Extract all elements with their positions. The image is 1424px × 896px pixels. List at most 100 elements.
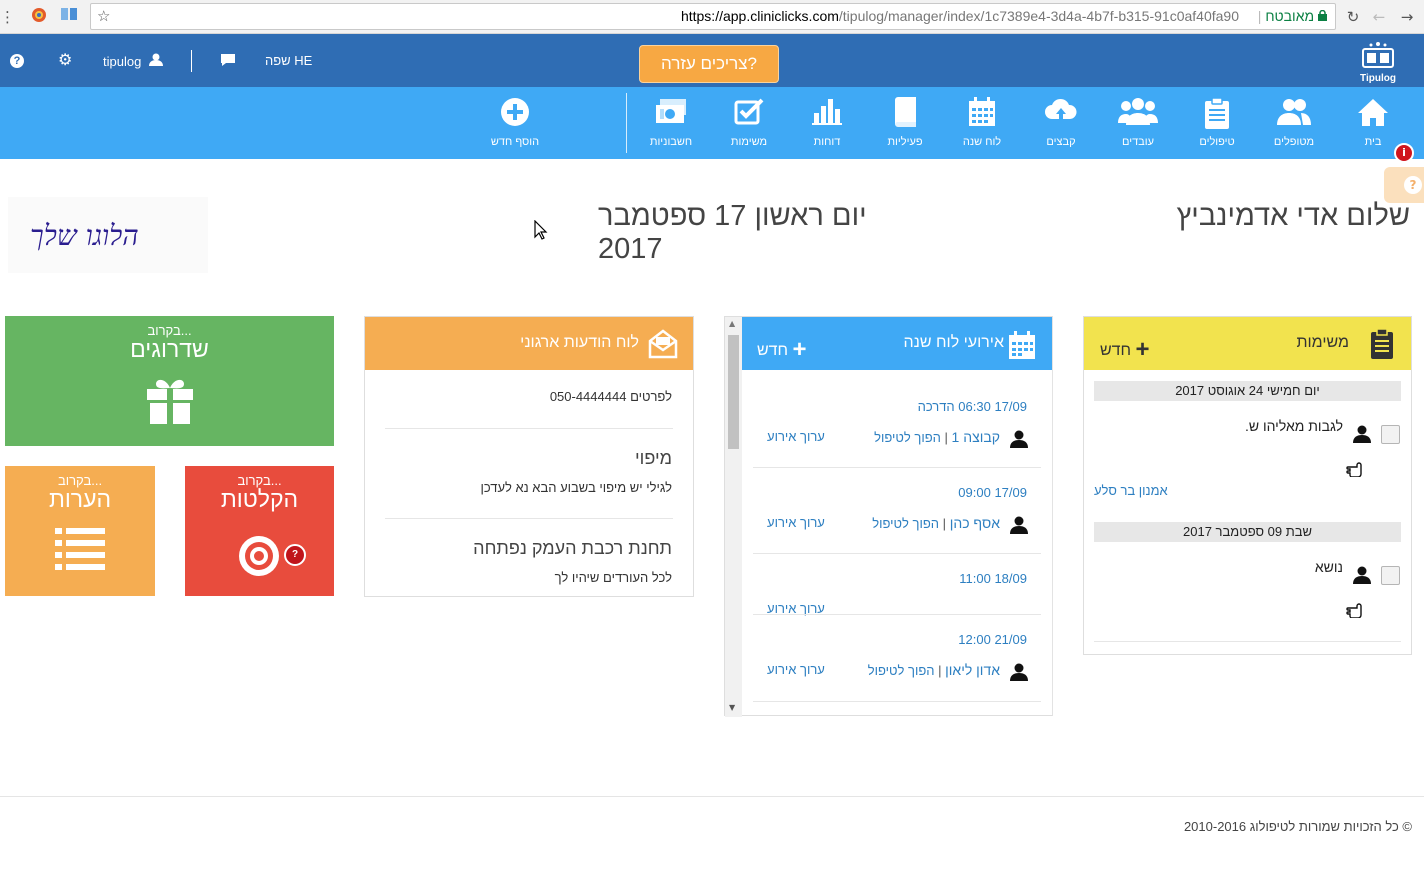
cloud-upload-icon	[1045, 98, 1077, 124]
side-help-tab[interactable]: ?	[1384, 167, 1424, 203]
user-icon	[148, 53, 163, 66]
hand-pointer-icon[interactable]	[1346, 461, 1364, 477]
top-bar: ? ⚙ tipulog שפה HE צריכים עזרה? Tipulog	[0, 34, 1424, 87]
footer-divider	[0, 796, 1424, 797]
nav-files[interactable]: קבצים	[1023, 87, 1099, 159]
convert-to-treatment-link[interactable]: הפוך לטיפול	[874, 430, 941, 445]
back-icon[interactable]: →	[1396, 6, 1418, 28]
nav-label: עובדים	[1121, 136, 1155, 148]
nav-divider	[626, 93, 627, 153]
event-person-link[interactable]: אדון ליאון	[945, 662, 1000, 678]
event-person-line: קבוצה 1 | הפוך לטיפול	[874, 429, 1000, 445]
task-patient-link[interactable]: אמנון בר סלע	[1094, 483, 1168, 498]
messages-icon[interactable]	[220, 53, 236, 70]
event-person-link[interactable]: אסף כהן	[950, 515, 1000, 531]
extension-icon[interactable]	[28, 6, 50, 28]
scrollbar[interactable]: ▲ ▼	[725, 317, 742, 717]
bookmark-star-icon[interactable]: ☆	[97, 4, 110, 29]
reader-extension-icon[interactable]	[58, 6, 80, 28]
patients-icon	[1277, 99, 1311, 125]
plus-icon: +	[792, 336, 807, 363]
task-text: נושא	[1314, 559, 1343, 575]
help-badge-icon[interactable]: ?	[284, 544, 306, 566]
plus-icon: +	[1135, 336, 1150, 363]
event-person-line: אדון ליאון | הפוך לטיפול	[867, 662, 1000, 678]
event-time[interactable]: 17/09 09:00	[958, 485, 1027, 500]
convert-to-treatment-link[interactable]: הפוך לטיפול	[872, 516, 939, 531]
upgrades-tile[interactable]: בקרוב... שדרוגים	[5, 316, 334, 446]
event-desc: הדרכה	[917, 399, 955, 414]
nav-tasks[interactable]: משימות	[711, 87, 787, 159]
url-path: /tipulog/manager/index/1c7389e4-3d4a-4b7…	[838, 8, 1239, 24]
nav-workers[interactable]: עובדים	[1100, 87, 1176, 159]
divider	[753, 467, 1041, 468]
settings-gear-icon[interactable]: ⚙	[58, 50, 72, 70]
tipulog-logo-icon	[1362, 42, 1394, 68]
calendar-icon	[969, 97, 995, 126]
task-text: לגבות מאליהו ש.	[1244, 418, 1343, 434]
nav-label: מטופלים	[1273, 136, 1315, 148]
edit-event-link[interactable]: ערוך אירוע	[767, 429, 825, 444]
home-icon	[1358, 99, 1388, 126]
need-help-button[interactable]: צריכים עזרה?	[639, 45, 779, 83]
nav-invoices[interactable]: חשבוניות	[633, 87, 709, 159]
lock-icon	[1318, 9, 1327, 21]
add-event-button[interactable]: + חדש	[757, 334, 807, 363]
edit-event-link[interactable]: ערוך אירוע	[767, 515, 825, 530]
nav-add-new[interactable]: הוסף חדש	[477, 87, 553, 159]
url-host: https://app.cliniclicks.com	[680, 8, 839, 24]
main-nav: בית מטופלים טיפולים עובדים קבצים לוח שנה…	[0, 87, 1424, 159]
nav-activities[interactable]: פעיליות	[867, 87, 943, 159]
reload-icon[interactable]: ↻	[1342, 6, 1364, 28]
event-time[interactable]: 21/09 12:00	[958, 632, 1027, 647]
nav-label: הוסף חדש	[490, 136, 540, 148]
help-circle-icon[interactable]: ?	[10, 52, 24, 68]
scroll-up-icon[interactable]: ▲	[729, 319, 735, 328]
nav-label: פעיליות	[887, 136, 923, 148]
notification-badge[interactable]: i	[1394, 143, 1414, 163]
events-panel: ▲ ▼ אירועי לוח שנה + חדש 17/09 06:30 הדר…	[724, 316, 1053, 717]
envelope-open-icon	[648, 329, 678, 359]
event-person-link[interactable]: קבוצה 1	[952, 429, 1000, 445]
message-body: לכל העורדים שיהיו לך	[554, 570, 672, 585]
browser-menu-icon[interactable]: ⋮	[0, 6, 15, 28]
bar-chart-icon	[812, 99, 842, 125]
nav-calendar[interactable]: לוח שנה	[944, 87, 1020, 159]
event-time[interactable]: 18/09 11:00	[959, 571, 1027, 586]
secure-indicator[interactable]: | מאובטח	[1258, 4, 1327, 29]
tipulog-logo[interactable]: Tipulog	[1353, 41, 1403, 84]
nav-patients[interactable]: מטופלים	[1256, 87, 1332, 159]
edit-event-link[interactable]: ערוך אירוע	[767, 662, 825, 677]
help-circle-icon: ?	[1404, 176, 1422, 194]
user-icon	[1353, 566, 1371, 584]
list-icon	[55, 528, 105, 570]
nav-treatments[interactable]: טיפולים	[1179, 87, 1255, 159]
nav-label: דוחות	[813, 136, 841, 148]
scrollbar-thumb[interactable]	[728, 335, 739, 449]
recordings-tile[interactable]: בקרוב... הקלטות ?	[185, 466, 334, 596]
forward-icon[interactable]: ←	[1368, 6, 1390, 28]
divider	[753, 553, 1041, 554]
username: tipulog	[103, 54, 142, 69]
divider	[385, 428, 673, 429]
task-checkbox[interactable]	[1381, 566, 1400, 585]
message-title: מיפוי	[634, 448, 672, 468]
address-bar[interactable]: ☆ https://app.cliniclicks.com/tipulog/ma…	[90, 3, 1336, 30]
add-task-label: חדש	[1100, 342, 1132, 359]
add-task-button[interactable]: + חדש	[1100, 334, 1150, 363]
scroll-down-icon[interactable]: ▼	[729, 703, 735, 712]
message-body: לגילי יש מיפוי בשבוע הבא נא לעדכן	[480, 480, 672, 495]
hand-pointer-icon[interactable]	[1346, 602, 1364, 618]
user-menu[interactable]: tipulog	[103, 53, 163, 69]
language-selector[interactable]: שפה HE	[265, 53, 312, 68]
nav-label: משימות	[730, 136, 768, 148]
secure-label: מאובטח	[1265, 8, 1315, 24]
task-checkbox[interactable]	[1381, 425, 1400, 444]
notes-tile[interactable]: בקרוב... הערות	[5, 466, 155, 596]
event-time-value: 17/09 06:30	[958, 399, 1027, 414]
convert-to-treatment-link[interactable]: הפוך לטיפול	[868, 663, 935, 678]
nav-reports[interactable]: דוחות	[789, 87, 865, 159]
event-time[interactable]: 17/09 06:30 הדרכה	[918, 399, 1027, 414]
tasks-title: משימות	[1296, 334, 1349, 351]
url-text: https://app.cliniclicks.com/tipulog/mana…	[681, 4, 1239, 29]
